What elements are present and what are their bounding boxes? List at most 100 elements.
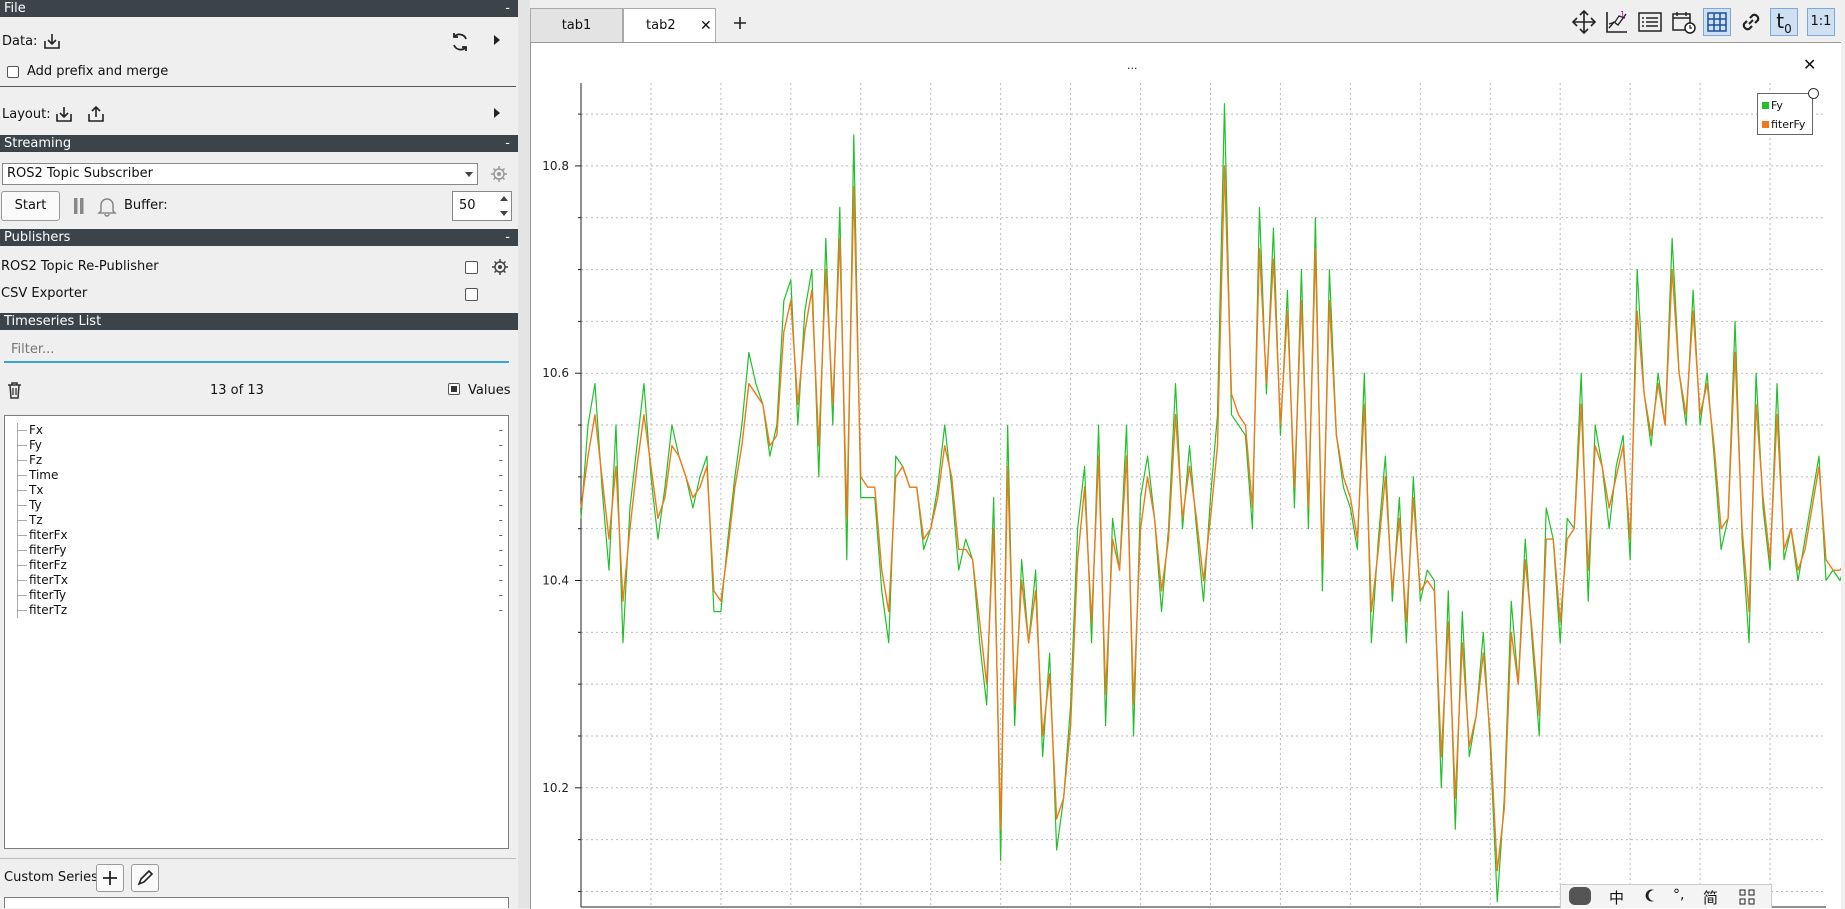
publisher-csv-label: CSV Exporter xyxy=(1,286,88,301)
timeseries-item[interactable]: Fx - xyxy=(5,423,505,438)
ime-chinese-mode[interactable]: 中 xyxy=(1609,887,1624,908)
timeseries-item[interactable]: fiterFz - xyxy=(5,558,505,573)
timeseries-tree[interactable]: Fx - Fy - Fz - Time - Tx - Ty - Tz - fiterFx - fiterFy - f… xyxy=(4,415,509,849)
ime-toolbar[interactable]: 中 °, 简 xyxy=(1560,884,1772,908)
values-checkbox[interactable] xyxy=(448,383,460,395)
calendar-clock-icon[interactable] xyxy=(1670,8,1698,36)
timeseries-item-value: - xyxy=(498,453,503,467)
timeseries-item[interactable]: fiterTz - xyxy=(5,603,505,618)
tree-branch xyxy=(17,475,27,476)
file-header-minimize[interactable]: - xyxy=(505,0,510,17)
streaming-settings-gear-icon[interactable] xyxy=(487,162,511,186)
tree-branch xyxy=(17,535,27,536)
link-icon[interactable] xyxy=(1737,8,1765,36)
add-tab-plus-icon[interactable] xyxy=(731,10,749,40)
timeseries-item-name: Ty xyxy=(29,498,42,512)
data-import-icon[interactable] xyxy=(40,30,64,54)
timeseries-header-label: Timeseries List xyxy=(4,314,102,329)
timeseries-item-name: Time xyxy=(29,468,59,482)
tab-tab2[interactable]: tab2 ✕ xyxy=(623,8,716,42)
y-tick-label: 10.2 xyxy=(542,781,569,795)
publisher-ros2-checkbox[interactable] xyxy=(465,261,478,274)
layout-expand-arrow-icon[interactable] xyxy=(494,108,500,118)
timeseries-filter-input[interactable] xyxy=(4,337,509,363)
legend-item-fiterfy[interactable]: fiterFy xyxy=(1762,118,1805,131)
streaming-header-minimize[interactable]: - xyxy=(505,135,510,152)
splitter-handle[interactable] xyxy=(518,0,530,908)
timeseries-item[interactable]: Time - xyxy=(5,468,505,483)
move-pan-icon[interactable] xyxy=(1570,8,1598,36)
timeseries-item-value: - xyxy=(498,483,503,497)
timeseries-item-value: - xyxy=(498,528,503,542)
timeseries-item[interactable]: fiterTy - xyxy=(5,588,505,603)
timeseries-item[interactable]: Tz - xyxy=(5,513,505,528)
streaming-source-select[interactable]: ROS2 Topic Subscriber xyxy=(2,163,478,185)
plot-widget[interactable]: 10.210.410.610.8050100 ... ✕ Fy fiterFy xyxy=(530,42,1841,909)
add-prefix-checkbox[interactable] xyxy=(7,66,19,78)
line-chart[interactable]: 10.210.410.610.8050100 xyxy=(531,43,1841,909)
spin-up-icon[interactable] xyxy=(500,196,508,201)
legend-swatch-fy xyxy=(1762,102,1769,109)
ratio-1to1-toggle[interactable]: 1:1 xyxy=(1807,8,1835,36)
layout-save-icon[interactable] xyxy=(84,103,108,127)
data-expand-arrow-icon[interactable] xyxy=(494,35,500,45)
timeseries-item-name: Fx xyxy=(29,423,44,437)
timeseries-item[interactable]: fiterFy - xyxy=(5,543,505,558)
timeseries-item[interactable]: fiterTx - xyxy=(5,573,505,588)
timeseries-item-value: - xyxy=(498,588,503,602)
layout-label: Layout: xyxy=(2,107,51,122)
ime-moon-icon[interactable] xyxy=(1643,888,1659,908)
chart-axes: 10.210.410.610.8050100 xyxy=(542,83,1826,909)
streaming-section-header[interactable]: Streaming - xyxy=(0,135,518,152)
timeseries-item-value: - xyxy=(498,438,503,452)
timeseries-item-value: - xyxy=(498,558,503,572)
timeseries-item-value: - xyxy=(498,513,503,527)
close-plot-icon[interactable]: ✕ xyxy=(1803,55,1816,74)
trash-icon[interactable] xyxy=(6,381,23,403)
ime-simplified[interactable]: 简 xyxy=(1703,887,1718,908)
ime-punctuation[interactable]: °, xyxy=(1673,887,1684,903)
edit-custom-series-button[interactable] xyxy=(131,864,159,892)
legend-item-fy[interactable]: Fy xyxy=(1762,99,1783,112)
publisher-settings-gear-icon[interactable] xyxy=(488,255,512,279)
custom-series-list[interactable] xyxy=(4,897,509,908)
publisher-csv-checkbox[interactable] xyxy=(465,288,478,301)
close-tab-icon[interactable]: ✕ xyxy=(700,9,712,43)
pause-icon[interactable] xyxy=(73,197,85,219)
publishers-header-label: Publishers xyxy=(4,230,71,245)
timeseries-item-name: fiterFx xyxy=(29,528,68,542)
plot-legend[interactable]: Fy fiterFy xyxy=(1757,88,1819,135)
tab-tab1[interactable]: tab1 xyxy=(530,8,623,42)
tree-branch xyxy=(17,490,27,491)
layout-load-icon[interactable] xyxy=(52,103,76,127)
timeseries-item[interactable]: fiterFx - xyxy=(5,528,505,543)
timeseries-item[interactable]: Ty - xyxy=(5,498,505,513)
plot-curves-icon[interactable]: 1 xyxy=(1603,8,1631,36)
chart-lines xyxy=(580,103,1841,903)
timeseries-item[interactable]: Fz - xyxy=(5,453,505,468)
ime-grid-menu-icon[interactable] xyxy=(1739,889,1755,909)
timeseries-item[interactable]: Tx - xyxy=(5,483,505,498)
list-view-icon[interactable] xyxy=(1636,8,1664,36)
grid-toggle-icon[interactable] xyxy=(1703,8,1731,36)
time-offset-toggle[interactable]: t0 xyxy=(1770,8,1798,36)
timeseries-item-value: - xyxy=(498,468,503,482)
spin-down-icon[interactable] xyxy=(500,211,508,216)
reload-data-icon[interactable] xyxy=(448,30,472,54)
start-streaming-button[interactable]: Start xyxy=(1,191,60,221)
bell-icon[interactable] xyxy=(97,195,117,221)
plot-title: ... xyxy=(1127,59,1138,72)
timeseries-item-name: Fz xyxy=(29,453,43,467)
add-custom-series-button[interactable] xyxy=(96,864,124,892)
chart-grid xyxy=(581,83,1826,907)
publishers-header-minimize[interactable]: - xyxy=(505,229,510,246)
ime-logo-icon[interactable] xyxy=(1569,887,1591,905)
timeseries-item-value: - xyxy=(498,573,503,587)
publishers-section-header[interactable]: Publishers - xyxy=(0,229,518,246)
file-section-header[interactable]: File - xyxy=(0,0,518,17)
timeseries-section-header[interactable]: Timeseries List xyxy=(0,313,518,330)
timeseries-item[interactable]: Fy - xyxy=(5,438,505,453)
buffer-label: Buffer: xyxy=(124,198,168,213)
legend-drag-handle[interactable] xyxy=(1808,88,1819,99)
buffer-spinbox[interactable]: 50 xyxy=(452,191,512,221)
